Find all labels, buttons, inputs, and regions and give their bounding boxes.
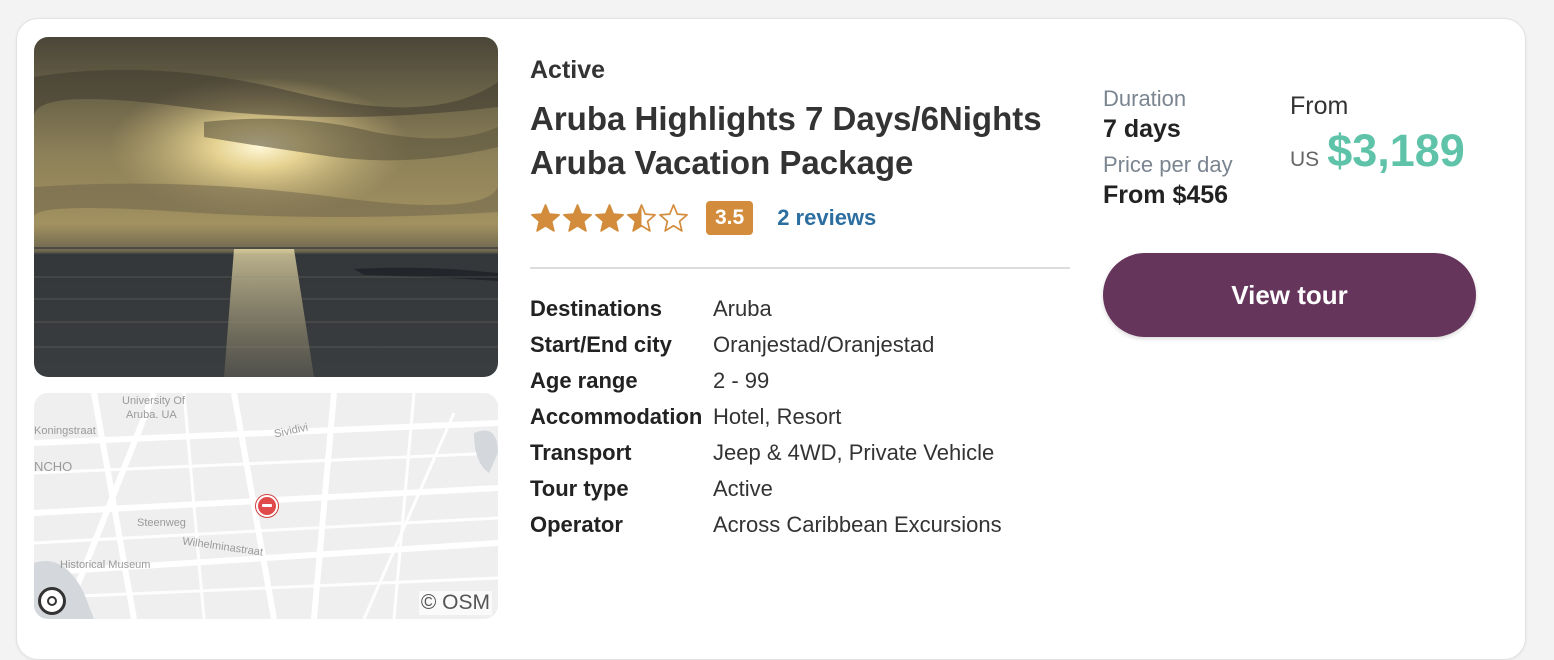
detail-label: Destinations <box>530 296 663 321</box>
detail-label: Age range <box>530 368 638 393</box>
detail-label: Transport <box>530 440 632 465</box>
detail-label: Accommodation <box>530 404 703 429</box>
star-half-icon <box>627 203 656 232</box>
rating-row: 3.5 2 reviews <box>530 200 876 236</box>
view-tour-button[interactable]: View tour <box>1103 253 1476 337</box>
rating-badge: 3.5 <box>706 201 754 235</box>
detail-value: Aruba <box>713 296 772 321</box>
duration-label: Duration <box>1103 86 1187 111</box>
detail-value: Oranjestad/Oranjestad <box>713 332 935 357</box>
map-label: Aruba. UA <box>126 409 177 421</box>
detail-value: Across Caribbean Excursions <box>713 512 1002 537</box>
location-pin-icon[interactable] <box>256 495 278 517</box>
tour-info: Active Aruba Highlights 7 Days/6Nights A… <box>530 55 1070 537</box>
tour-title[interactable]: Aruba Highlights 7 Days/6Nights Aruba Va… <box>530 97 1070 185</box>
detail-value: Hotel, Resort <box>713 404 842 429</box>
detail-label: Operator <box>530 512 623 537</box>
price-block: From US $3,189 <box>1290 90 1465 178</box>
detail-value: Jeep & 4WD, Private Vehicle <box>713 440 995 465</box>
detail-label: Tour type <box>530 476 629 501</box>
from-label: From <box>1290 92 1349 120</box>
sunset-image <box>34 37 498 377</box>
price-per-day-value: From $456 <box>1103 181 1229 209</box>
map-locate-icon[interactable] <box>38 587 66 615</box>
detail-row: Accommodation Hotel, Resort <box>530 399 1070 435</box>
detail-row: Operator Across Caribbean Excursions <box>530 507 1070 543</box>
tour-photo[interactable] <box>34 37 498 377</box>
duration-value: 7 days <box>1103 115 1181 143</box>
map-label: Historical Museum <box>60 559 151 571</box>
tour-price: $3,189 <box>1327 125 1465 176</box>
detail-value: 2 - 99 <box>713 368 770 393</box>
detail-row: Age range 2 - 99 <box>530 363 1070 399</box>
star-full-icon <box>563 203 592 232</box>
osm-credit: © OSM <box>418 591 492 615</box>
star-full-icon <box>595 203 624 232</box>
divider <box>530 267 1070 269</box>
detail-row: Transport Jeep & 4WD, Private Vehicle <box>530 435 1070 471</box>
price-row: US $3,189 <box>1290 124 1465 178</box>
map-label: NCHO <box>34 459 73 474</box>
detail-row: Start/End city Oranjestad/Oranjestad <box>530 327 1070 363</box>
map-label: Koningstraat <box>34 425 96 437</box>
currency-label: US <box>1290 148 1320 171</box>
star-rating <box>530 203 690 234</box>
detail-label: Start/End city <box>530 332 672 357</box>
tour-map[interactable]: University Of Aruba. UA Koningstraat NCH… <box>34 393 498 619</box>
map-label: Steenweg <box>137 517 186 529</box>
tour-type-label: Active <box>530 56 606 84</box>
star-empty-icon <box>659 203 688 232</box>
star-full-icon <box>531 203 560 232</box>
tour-details: Destinations Aruba Start/End city Oranjesta… <box>530 291 1070 543</box>
reviews-link[interactable]: 2 reviews <box>777 205 876 231</box>
detail-row: Tour type Active <box>530 471 1070 507</box>
tour-meta: Duration 7 days Price per day From $456 <box>1103 85 1233 211</box>
map-label: University Of <box>122 395 185 407</box>
detail-row: Destinations Aruba <box>530 291 1070 327</box>
detail-value: Active <box>713 476 773 501</box>
price-per-day-label: Price per day <box>1103 152 1233 177</box>
